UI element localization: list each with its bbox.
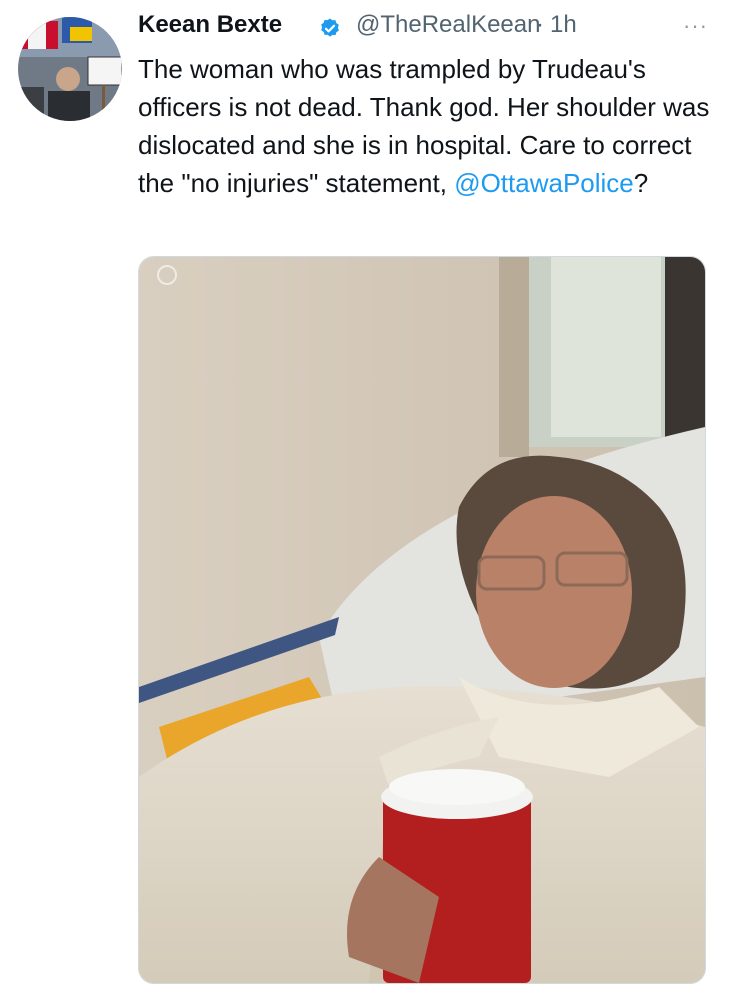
hospital-photo: [139, 257, 705, 983]
mention-link[interactable]: @OttawaPolice: [454, 168, 634, 198]
author-avatar[interactable]: [18, 17, 122, 121]
author-name[interactable]: Keean Bexte: [138, 11, 282, 39]
verified-badge-icon: [321, 18, 339, 37]
tweet-header: Keean Bexte @TheRealKeean · 1h ···: [138, 11, 716, 45]
avatar-photo: [18, 17, 122, 121]
tweet-text-end: ?: [633, 168, 649, 198]
separator-dot: ·: [536, 11, 544, 38]
tweet-text: The woman who was trampled by Trudeau's …: [138, 50, 713, 202]
author-handle[interactable]: @TheRealKeean: [356, 11, 540, 39]
tweet-timestamp[interactable]: 1h: [550, 11, 577, 39]
tweet-media-photo[interactable]: [138, 256, 706, 984]
more-options-icon[interactable]: ···: [683, 13, 708, 39]
